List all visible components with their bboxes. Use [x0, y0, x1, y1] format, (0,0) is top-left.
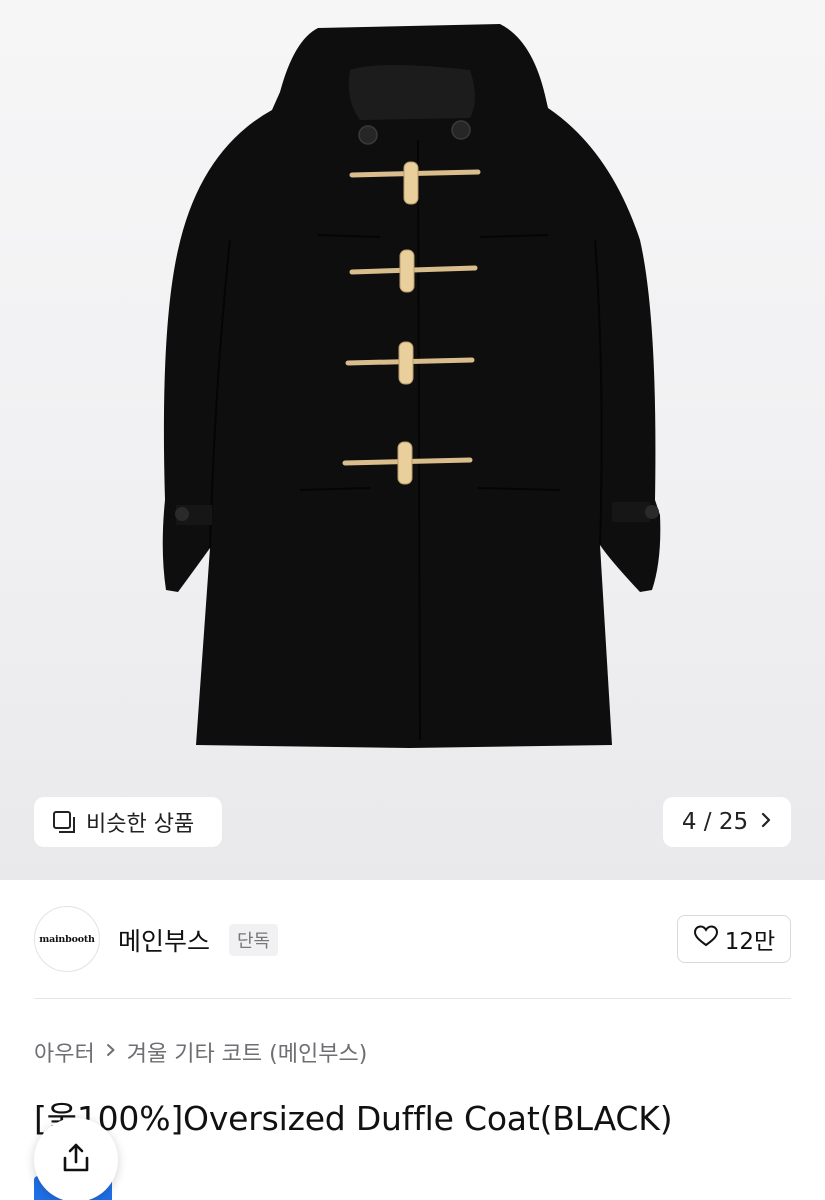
exclusive-badge: 단독 [229, 924, 279, 956]
product-title: [울100%]Oversized Duffle Coat(BLACK) [34, 1099, 673, 1138]
breadcrumb-subcategory[interactable]: 겨울 기타 코트 (메인부스) [127, 1036, 368, 1068]
total-image-count: 25 [718, 809, 749, 835]
brand-row: mainbooth 메인부스 단독 12만 [34, 906, 791, 972]
counter-separator: / [703, 809, 712, 835]
share-button[interactable] [34, 1118, 118, 1200]
heart-icon [693, 924, 719, 954]
product-image [162, 24, 661, 748]
current-image-number: 4 [681, 809, 697, 835]
brand-logo-text: mainbooth [39, 933, 95, 945]
breadcrumb: 아우터 겨울 기타 코트 (메인부스) [34, 1036, 367, 1068]
brand-name[interactable]: 메인부스 [118, 922, 210, 958]
chevron-right-icon [105, 1040, 117, 1065]
like-button[interactable]: 12만 [677, 915, 791, 963]
chevron-right-icon [760, 809, 772, 835]
product-image-gallery[interactable]: 비슷한 상품 4 / 25 [0, 0, 825, 880]
breadcrumb-category[interactable]: 아우터 [34, 1036, 95, 1068]
similar-products-label: 비슷한 상품 [86, 812, 195, 837]
section-divider [34, 998, 791, 999]
brand-logo[interactable]: mainbooth [34, 906, 100, 972]
image-counter: 4 / 25 [682, 809, 748, 835]
similar-items-icon [50, 808, 78, 836]
image-pager-button[interactable]: 4 / 25 [663, 797, 791, 847]
like-count: 12만 [724, 929, 776, 955]
share-icon [59, 1141, 93, 1179]
similar-products-button[interactable]: 비슷한 상품 [34, 797, 222, 847]
